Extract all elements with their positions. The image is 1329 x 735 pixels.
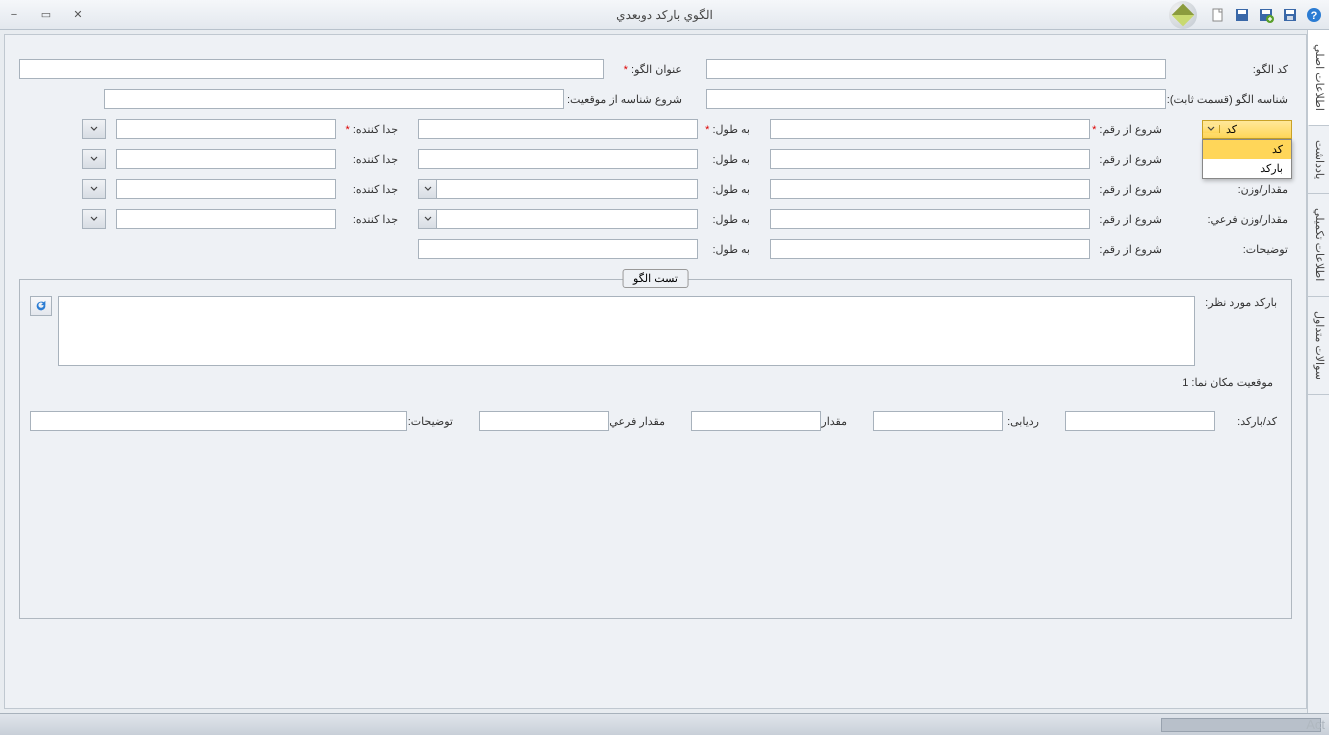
save-close-icon[interactable] <box>1233 6 1251 24</box>
label-row-amount-sub: مقدار/وزن فرعي: <box>1172 213 1292 226</box>
label-id-start-pos: شروع شناسه از موقعیت: <box>570 93 700 106</box>
input-to-len-2[interactable] <box>418 149 698 169</box>
input-start-digit-3[interactable] <box>770 179 1090 199</box>
label-res-tracking: ردیابی: <box>1009 415 1059 428</box>
code-barcode-selected: کد <box>1220 123 1291 136</box>
save-new-icon[interactable] <box>1257 6 1275 24</box>
label-pattern-id-fixed: شناسه الگو (قسمت ثابت): <box>1172 93 1292 106</box>
label-res-amount-sub: مقدار فرعي: <box>615 415 685 428</box>
chevron-down-icon[interactable] <box>419 210 437 228</box>
output-tracking <box>873 411 1003 431</box>
input-start-digit-1[interactable] <box>770 119 1090 139</box>
help-icon[interactable]: ? <box>1305 6 1323 24</box>
separator-picker-4[interactable] <box>82 209 106 229</box>
close-window-button[interactable]: ✕ <box>70 7 86 23</box>
input-start-digit-5[interactable] <box>770 239 1090 259</box>
new-icon[interactable] <box>1209 6 1227 24</box>
label-row-amount: مقدار/وزن: <box>1172 183 1292 196</box>
input-start-digit-2[interactable] <box>770 149 1090 169</box>
save-icon[interactable] <box>1281 6 1299 24</box>
output-amount <box>691 411 821 431</box>
refresh-button[interactable] <box>30 296 52 316</box>
code-barcode-select[interactable]: کد <box>1202 120 1292 139</box>
title-bar: ✕ ▭ − الگوي بارکد دوبعدي ? <box>0 0 1329 30</box>
dropdown-option-barcode[interactable]: بارکد <box>1203 159 1291 178</box>
label-to-len-2: به طول: <box>704 153 764 166</box>
dropdown-option-code[interactable]: کد <box>1203 140 1291 159</box>
chevron-down-icon[interactable] <box>83 180 105 198</box>
input-barcode-target[interactable] <box>58 296 1195 366</box>
label-res-amount: مقدار: <box>827 415 867 428</box>
label-start-digit-4: شروع از رقم: <box>1096 213 1166 226</box>
input-pattern-title[interactable] <box>19 59 604 79</box>
status-bar: Act <box>0 713 1329 735</box>
separator-picker-2[interactable] <box>82 149 106 169</box>
content-panel: کد الگو: عنوان الگو: * شناسه الگو (قسمت … <box>4 34 1307 709</box>
tab-notes[interactable]: يادداشت <box>1308 126 1329 194</box>
svg-text:?: ? <box>1311 10 1318 22</box>
input-separator-4[interactable] <box>116 209 336 229</box>
input-id-start-pos[interactable] <box>104 89 564 109</box>
input-separator-3[interactable] <box>116 179 336 199</box>
test-pattern-group: تست الگو بارکد مورد نظر: موقعیت مکان نما… <box>19 279 1292 619</box>
label-res-desc: توضیحات: <box>413 415 473 428</box>
maximize-window-button[interactable]: ▭ <box>38 7 54 23</box>
combo-to-len-4[interactable] <box>418 209 698 229</box>
label-separator-3: جدا کننده: <box>342 183 412 196</box>
output-code-barcode <box>1065 411 1215 431</box>
label-row-desc: توضیحات: <box>1172 243 1292 256</box>
input-to-len-5[interactable] <box>418 239 698 259</box>
label-to-len-1: به طول: * <box>704 123 764 136</box>
label-pattern-code: کد الگو: <box>1172 63 1292 76</box>
label-res-code-barcode: کد/بارکد: <box>1221 415 1281 428</box>
label-start-digit-1: شروع از رقم: * <box>1096 123 1166 136</box>
tab-main-info[interactable]: اطلاعات اصلي <box>1308 30 1329 126</box>
label-separator-2: جدا کننده: <box>342 153 412 166</box>
chevron-down-icon[interactable] <box>1203 125 1220 133</box>
chevron-down-icon[interactable] <box>83 210 105 228</box>
input-pattern-id-fixed[interactable] <box>706 89 1166 109</box>
minimize-window-button[interactable]: − <box>6 7 22 23</box>
label-pattern-title: عنوان الگو: * <box>610 63 700 76</box>
tab-faq[interactable]: سوالات متداول <box>1308 297 1329 395</box>
label-to-len-4: به طول: <box>704 213 764 226</box>
output-amount-sub <box>479 411 609 431</box>
input-separator-2[interactable] <box>116 149 336 169</box>
label-separator-4: جدا کننده: <box>342 213 412 226</box>
label-barcode-target: بارکد مورد نظر: <box>1201 296 1281 309</box>
chevron-down-icon[interactable] <box>419 180 437 198</box>
test-pattern-legend[interactable]: تست الگو <box>622 269 689 288</box>
label-cursor-pos: موقعیت مکان نما: 1 <box>30 376 1281 389</box>
side-tabs: اطلاعات اصلي يادداشت اطلاعات تکميلي سوال… <box>1307 30 1329 713</box>
code-barcode-dropdown: کد بارکد <box>1202 139 1292 179</box>
input-pattern-code[interactable] <box>706 59 1166 79</box>
label-to-len-3: به طول: <box>704 183 764 196</box>
label-to-len-5: به طول: <box>704 243 764 256</box>
label-separator-1: جدا کننده: * <box>342 123 412 136</box>
input-start-digit-4[interactable] <box>770 209 1090 229</box>
combo-to-len-3[interactable] <box>418 179 698 199</box>
separator-picker-3[interactable] <box>82 179 106 199</box>
window-title: الگوي بارکد دوبعدي <box>616 8 713 22</box>
output-desc <box>30 411 407 431</box>
input-separator-1[interactable] <box>116 119 336 139</box>
status-segment <box>1161 718 1321 732</box>
watermark-text: Act <box>1306 717 1325 732</box>
tab-additional-info[interactable]: اطلاعات تکميلي <box>1308 194 1329 296</box>
label-start-digit-5: شروع از رقم: <box>1096 243 1166 256</box>
chevron-down-icon[interactable] <box>83 150 105 168</box>
app-logo-icon <box>1169 1 1197 29</box>
input-to-len-1[interactable] <box>418 119 698 139</box>
label-start-digit-2: شروع از رقم: <box>1096 153 1166 166</box>
chevron-down-icon[interactable] <box>83 120 105 138</box>
label-start-digit-3: شروع از رقم: <box>1096 183 1166 196</box>
separator-picker-1[interactable] <box>82 119 106 139</box>
